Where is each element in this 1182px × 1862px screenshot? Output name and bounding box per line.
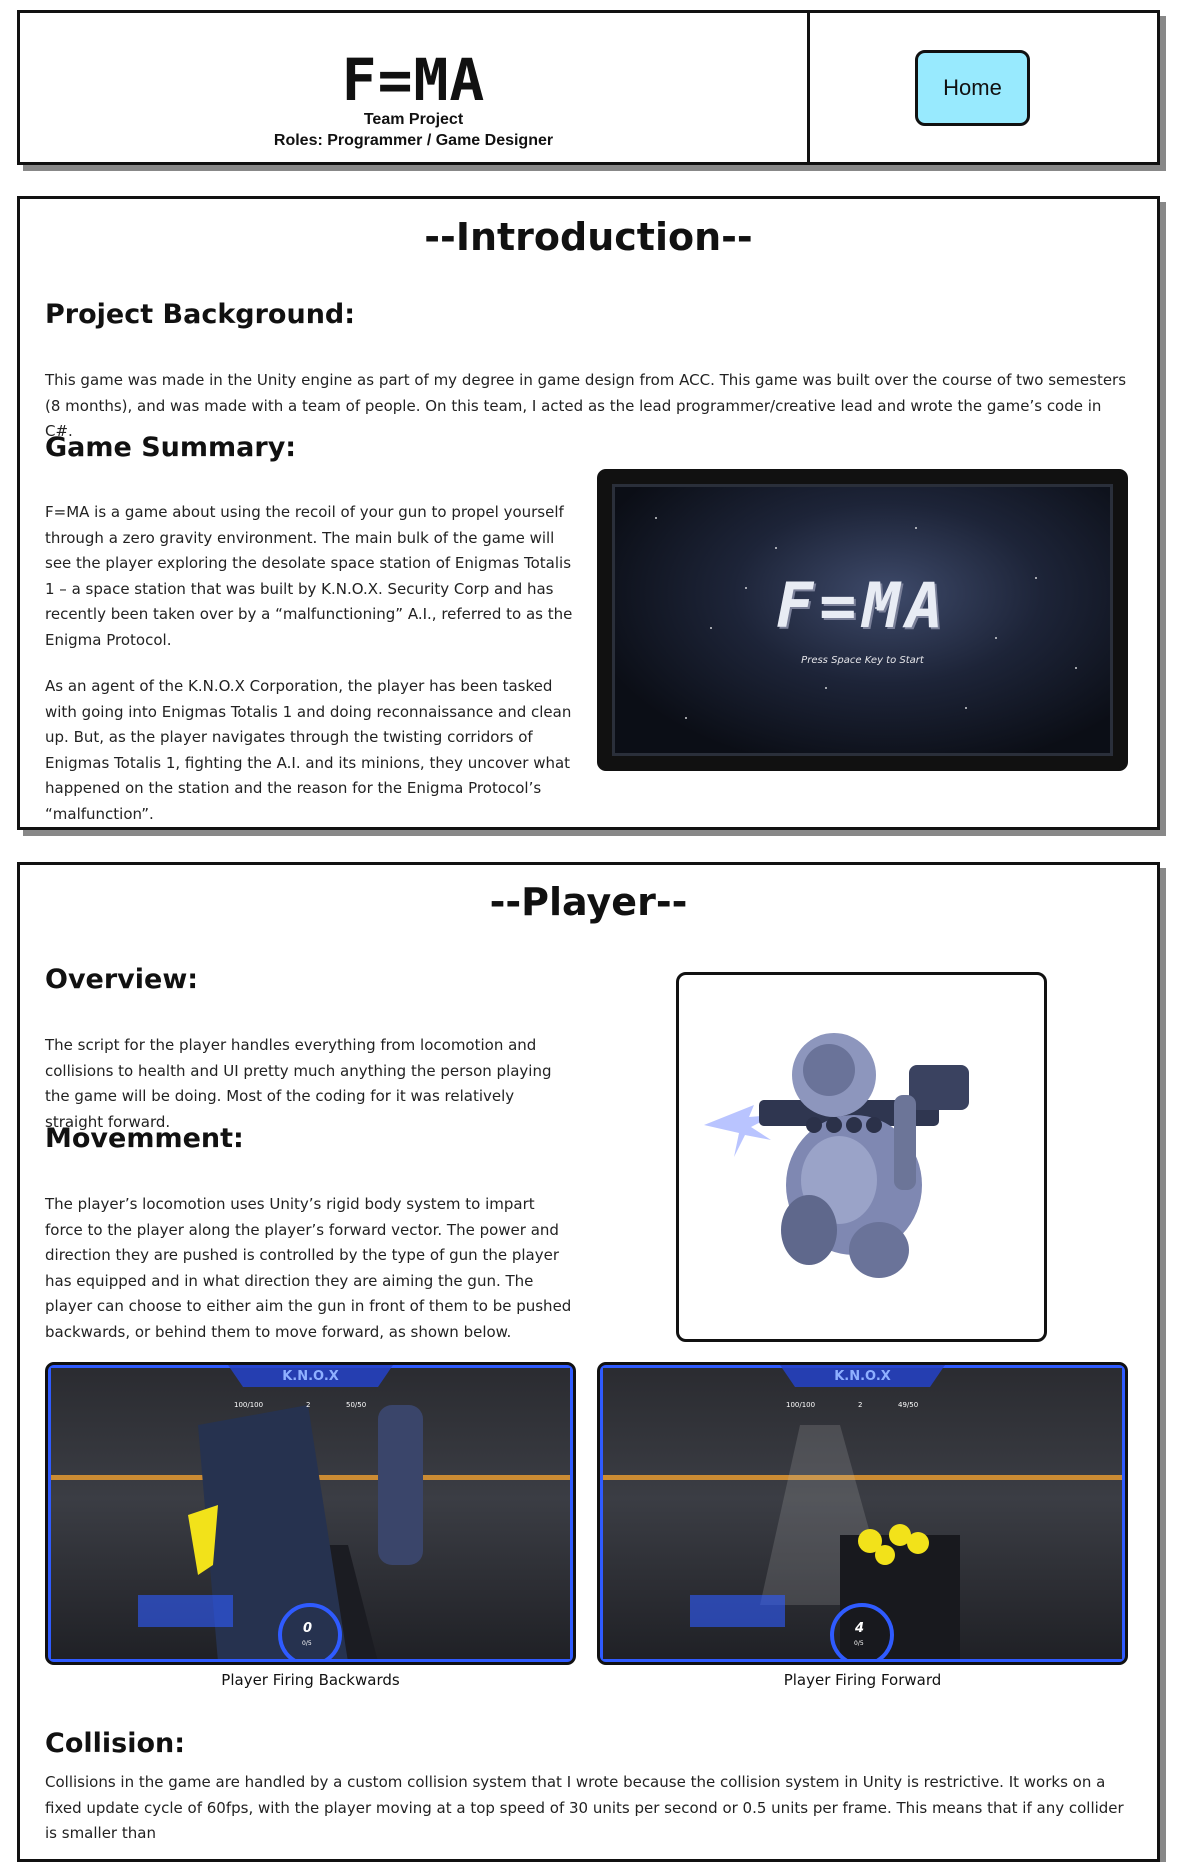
player-title: --Player-- bbox=[489, 880, 688, 924]
player-character-image bbox=[676, 972, 1047, 1342]
game-summary-paragraph-2: As an agent of the K.N.O.X Corporation, … bbox=[45, 677, 572, 823]
hud-brand: K.N.O.X bbox=[282, 1369, 339, 1384]
header-divider bbox=[807, 13, 810, 162]
hud-shield: 50/50 bbox=[346, 1401, 367, 1409]
brand-block: F=MA Team Project Roles: Programmer / Ga… bbox=[20, 13, 807, 162]
caption-firing-forward: Player Firing Forward bbox=[783, 1671, 942, 1689]
movement-text: The player’s locomotion uses Unity’s rig… bbox=[45, 1195, 572, 1341]
home-button[interactable]: Home bbox=[915, 50, 1030, 126]
site-title: F=MA bbox=[341, 46, 486, 114]
firing-forward-screenshot: K.N.O.X 100/100 2 49/50 4 0/5 bbox=[597, 1362, 1128, 1665]
overview-text: The script for the player handles everyt… bbox=[45, 1036, 552, 1131]
introduction-section: --Introduction-- Project Background: Thi… bbox=[17, 196, 1160, 830]
hud-ammo: 0 bbox=[303, 1621, 313, 1636]
game-summary-paragraph-1: F=MA is a game about using the recoil of… bbox=[45, 503, 573, 649]
hud-ammo: 4 bbox=[855, 1621, 865, 1636]
game-scene: K.N.O.X 100/100 2 49/50 4 0/5 bbox=[600, 1365, 1125, 1662]
firing-backwards-screenshot: K.N.O.X 100/100 2 50/50 0 0/5 bbox=[45, 1362, 576, 1665]
caption-firing-backwards: Player Firing Backwards bbox=[221, 1671, 400, 1689]
title-screen-logo: F=MA bbox=[775, 569, 950, 642]
title-screen-image: F=MA Press Space Key to Start bbox=[597, 469, 1128, 771]
collision-text: Collisions in the game are handled by a … bbox=[45, 1773, 1124, 1842]
hud-ammo-sub: 0/5 bbox=[854, 1640, 864, 1647]
overview-heading: Overview: bbox=[45, 964, 199, 995]
astronaut-icon bbox=[704, 1033, 969, 1278]
game-summary-heading: Game Summary: bbox=[45, 432, 297, 463]
starfield-background: F=MA Press Space Key to Start bbox=[612, 484, 1113, 756]
project-background-heading: Project Background: bbox=[45, 299, 356, 330]
header-panel: F=MA Team Project Roles: Programmer / Ga… bbox=[17, 10, 1160, 165]
hud-brand: K.N.O.X bbox=[834, 1369, 891, 1384]
movement-heading: Movemment: bbox=[45, 1123, 244, 1154]
collision-heading: Collision: bbox=[45, 1728, 186, 1759]
title-screen-prompt: Press Space Key to Start bbox=[801, 655, 924, 666]
hud-mid: 2 bbox=[858, 1401, 863, 1409]
roles-text: Roles: Programmer / Game Designer bbox=[273, 132, 554, 149]
player-section: --Player-- Overview: The script for the … bbox=[17, 862, 1160, 1862]
project-type: Team Project bbox=[363, 111, 464, 128]
introduction-title: --Introduction-- bbox=[424, 215, 753, 259]
hud-mid: 2 bbox=[306, 1401, 311, 1409]
hud-health: 100/100 bbox=[234, 1401, 264, 1409]
game-scene: K.N.O.X 100/100 2 50/50 0 0/5 bbox=[48, 1365, 573, 1662]
hud-health: 100/100 bbox=[786, 1401, 816, 1409]
hud-shield: 49/50 bbox=[898, 1401, 919, 1409]
hud-ammo-sub: 0/5 bbox=[302, 1640, 312, 1647]
